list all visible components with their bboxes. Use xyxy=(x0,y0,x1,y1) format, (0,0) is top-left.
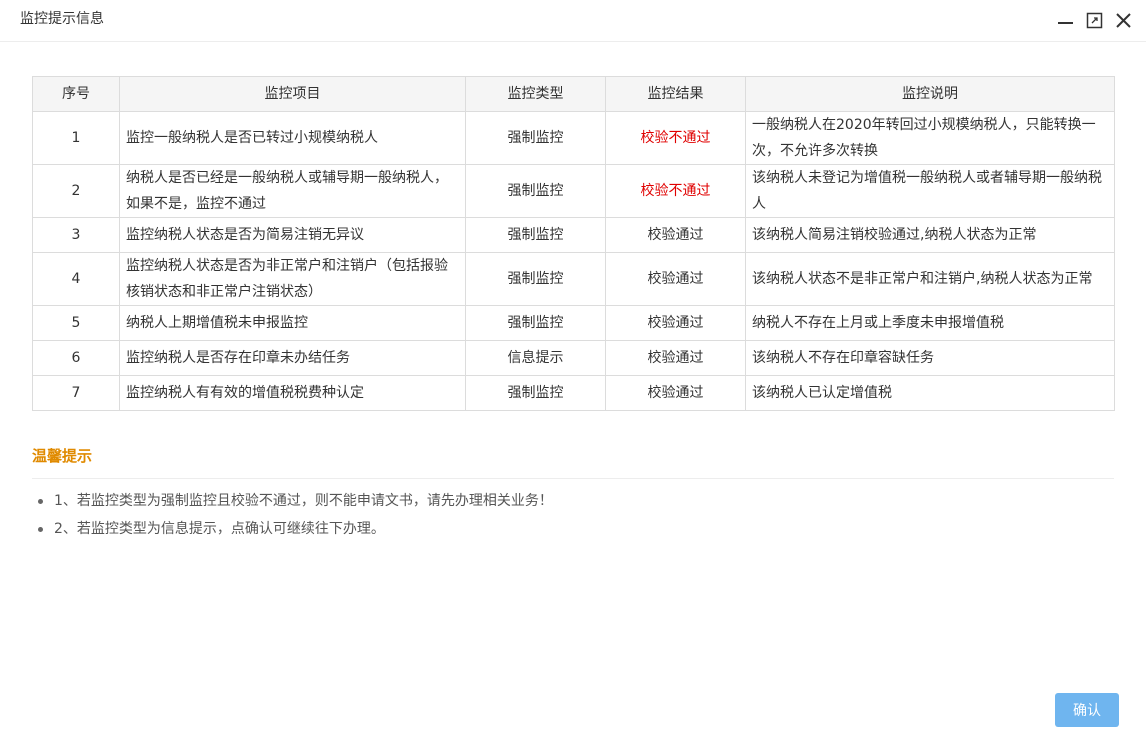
header-result: 监控结果 xyxy=(605,76,746,112)
table-row: 4 监控纳税人状态是否为非正常户和注销户（包括报验核销状态和非正常户注销状态） … xyxy=(32,252,1115,306)
cell-desc: 该纳税人未登记为增值税一般纳税人或者辅导期一般纳税人 xyxy=(745,164,1115,218)
cell-item: 监控纳税人是否存在印章未办结任务 xyxy=(119,340,466,376)
confirm-button[interactable]: 确认 xyxy=(1055,693,1119,727)
cell-result: 校验通过 xyxy=(605,305,746,341)
cell-type: 强制监控 xyxy=(465,305,606,341)
minimize-icon[interactable] xyxy=(1057,12,1074,29)
cell-no: 2 xyxy=(32,164,120,218)
cell-result: 校验不通过 xyxy=(605,111,746,165)
cell-result: 校验通过 xyxy=(605,340,746,376)
close-icon[interactable] xyxy=(1115,12,1132,29)
dialog-titlebar: 监控提示信息 xyxy=(0,0,1146,42)
cell-result: 校验通过 xyxy=(605,252,746,306)
cell-item: 监控纳税人状态是否为简易注销无异议 xyxy=(119,217,466,253)
maximize-icon[interactable] xyxy=(1086,12,1103,29)
monitor-dialog: 监控提示信息 序号 监控项目 监控类型 监控结果 监控说明 1 监控一般纳税人是… xyxy=(0,0,1146,750)
tip-item: 1、若监控类型为强制监控且校验不通过，则不能申请文书，请先办理相关业务！ xyxy=(32,487,553,515)
cell-type: 强制监控 xyxy=(465,252,606,306)
cell-no: 1 xyxy=(32,111,120,165)
cell-no: 5 xyxy=(32,305,120,341)
table-row: 6 监控纳税人是否存在印章未办结任务 信息提示 校验通过 该纳税人不存在印章容缺… xyxy=(32,340,1115,376)
table-row: 1 监控一般纳税人是否已转过小规模纳税人 强制监控 校验不通过 一般纳税人在20… xyxy=(32,111,1115,165)
window-controls xyxy=(1057,12,1132,29)
cell-item: 监控一般纳税人是否已转过小规模纳税人 xyxy=(119,111,466,165)
monitor-table: 序号 监控项目 监控类型 监控结果 监控说明 1 监控一般纳税人是否已转过小规模… xyxy=(32,76,1115,411)
header-no: 序号 xyxy=(32,76,120,112)
header-desc: 监控说明 xyxy=(745,76,1115,112)
dialog-title: 监控提示信息 xyxy=(20,11,104,27)
cell-no: 4 xyxy=(32,252,120,306)
table-header-row: 序号 监控项目 监控类型 监控结果 监控说明 xyxy=(32,76,1115,112)
header-type: 监控类型 xyxy=(465,76,606,112)
cell-type: 强制监控 xyxy=(465,164,606,218)
cell-desc: 该纳税人状态不是非正常户和注销户,纳税人状态为正常 xyxy=(745,252,1115,306)
table-row: 5 纳税人上期增值税未申报监控 强制监控 校验通过 纳税人不存在上月或上季度未申… xyxy=(32,305,1115,341)
bullet-dot-icon xyxy=(38,527,43,532)
cell-no: 6 xyxy=(32,340,120,376)
cell-no: 7 xyxy=(32,375,120,411)
tips-divider xyxy=(32,478,1114,479)
tips-title: 温馨提示 xyxy=(32,447,93,465)
table-row: 7 监控纳税人有有效的增值税税费种认定 强制监控 校验通过 该纳税人已认定增值税 xyxy=(32,375,1115,411)
monitor-table-wrap: 序号 监控项目 监控类型 监控结果 监控说明 1 监控一般纳税人是否已转过小规模… xyxy=(32,76,1115,411)
header-item: 监控项目 xyxy=(119,76,466,112)
cell-result: 校验通过 xyxy=(605,375,746,411)
tip-item: 2、若监控类型为信息提示，点确认可继续往下办理。 xyxy=(32,515,553,543)
cell-desc: 纳税人不存在上月或上季度未申报增值税 xyxy=(745,305,1115,341)
cell-result: 校验不通过 xyxy=(605,164,746,218)
cell-desc: 该纳税人简易注销校验通过,纳税人状态为正常 xyxy=(745,217,1115,253)
bullet-dot-icon xyxy=(38,499,43,504)
table-row: 3 监控纳税人状态是否为简易注销无异议 强制监控 校验通过 该纳税人简易注销校验… xyxy=(32,217,1115,253)
tip-text: 1、若监控类型为强制监控且校验不通过，则不能申请文书，请先办理相关业务！ xyxy=(54,493,553,509)
cell-item: 监控纳税人状态是否为非正常户和注销户（包括报验核销状态和非正常户注销状态） xyxy=(119,252,466,306)
cell-no: 3 xyxy=(32,217,120,253)
table-row: 2 纳税人是否已经是一般纳税人或辅导期一般纳税人，如果不是，监控不通过 强制监控… xyxy=(32,164,1115,218)
cell-result: 校验通过 xyxy=(605,217,746,253)
cell-type: 强制监控 xyxy=(465,111,606,165)
cell-type: 信息提示 xyxy=(465,340,606,376)
tip-text: 2、若监控类型为信息提示，点确认可继续往下办理。 xyxy=(54,521,385,537)
cell-type: 强制监控 xyxy=(465,375,606,411)
tips-list: 1、若监控类型为强制监控且校验不通过，则不能申请文书，请先办理相关业务！ 2、若… xyxy=(32,487,553,543)
cell-item: 纳税人上期增值税未申报监控 xyxy=(119,305,466,341)
cell-desc: 该纳税人不存在印章容缺任务 xyxy=(745,340,1115,376)
cell-item: 监控纳税人有有效的增值税税费种认定 xyxy=(119,375,466,411)
cell-desc: 该纳税人已认定增值税 xyxy=(745,375,1115,411)
cell-item: 纳税人是否已经是一般纳税人或辅导期一般纳税人，如果不是，监控不通过 xyxy=(119,164,466,218)
cell-desc: 一般纳税人在2020年转回过小规模纳税人，只能转换一次，不允许多次转换 xyxy=(745,111,1115,165)
cell-type: 强制监控 xyxy=(465,217,606,253)
